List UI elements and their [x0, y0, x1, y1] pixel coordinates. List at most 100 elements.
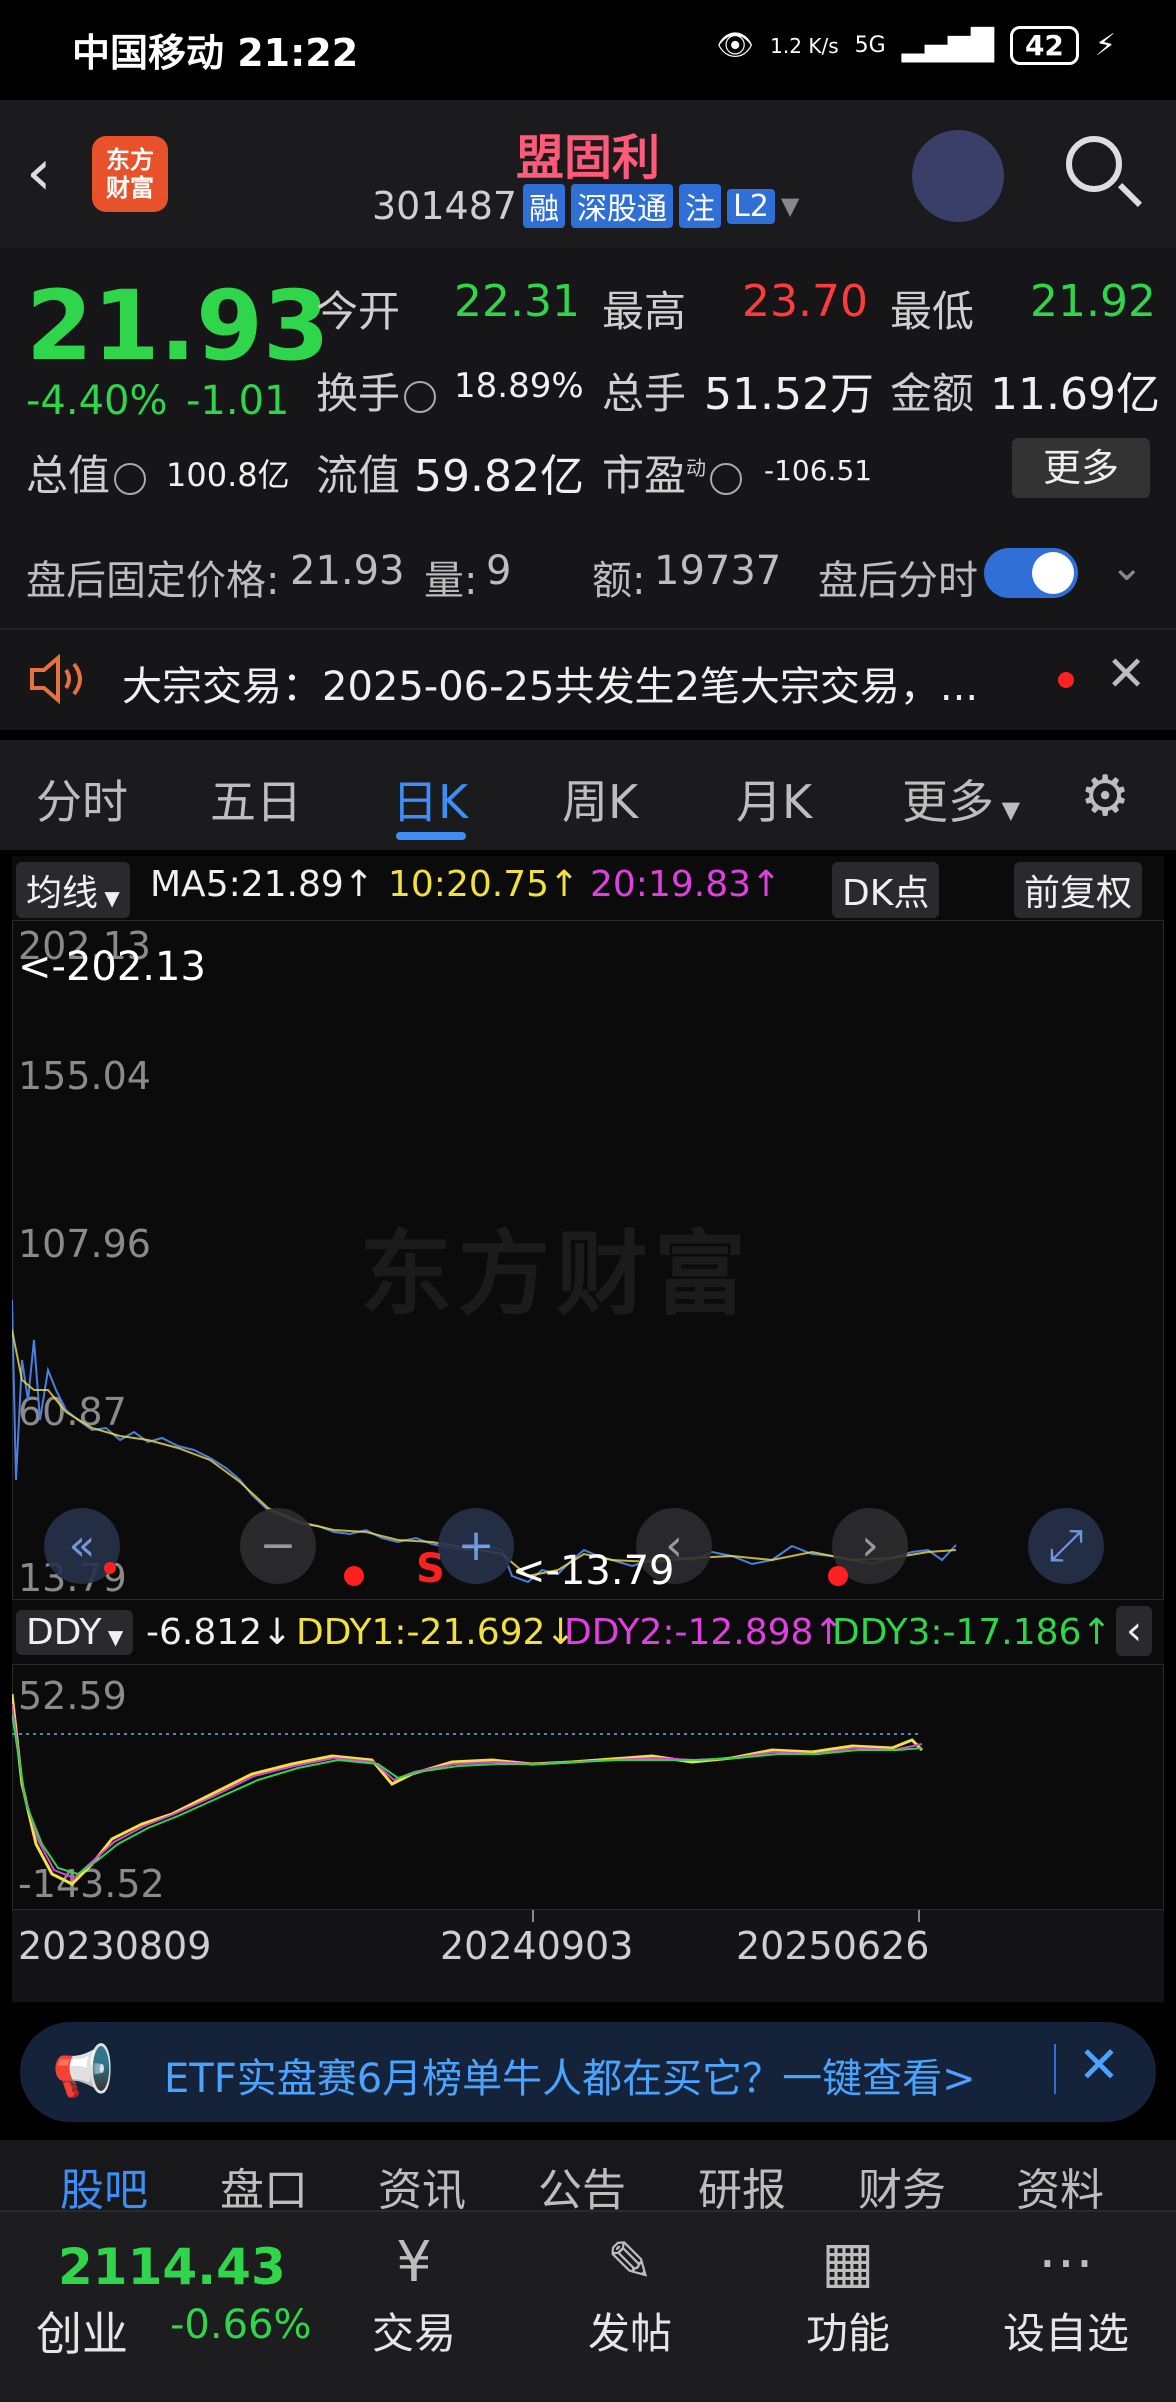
info-icon[interactable]: [710, 462, 743, 495]
mktcap-value: 100.8亿: [166, 456, 290, 494]
open-label: 今开: [316, 287, 401, 336]
status-bar: 中国移动 21:22 👁 1.2 K/s 5G ▂▄▆█ 42 ⚡: [0, 0, 1176, 100]
carrier-time: 中国移动 21:22: [72, 31, 359, 75]
grid-icon: ▦: [821, 2230, 875, 2295]
info-icon[interactable]: [404, 380, 437, 413]
ma-selector[interactable]: 均线 ▼: [16, 862, 130, 918]
ma5-value: MA5:21.89↑: [150, 864, 374, 905]
etf-ad-banner[interactable]: 📢 ETF实盘赛6月榜单牛人都在买它？一键查看> ✕: [20, 2022, 1156, 2122]
nav-post[interactable]: ✎ 发帖: [550, 2230, 710, 2361]
float-label: 流值: [316, 451, 401, 500]
ma20-value: 20:19.83↑: [590, 864, 782, 905]
stock-code: 301487: [372, 184, 518, 228]
gear-icon[interactable]: ⚙: [1080, 764, 1130, 829]
date-axis: 20230809 20240903 20250626: [12, 1910, 1164, 2002]
current-price: 21.93: [26, 270, 330, 382]
tag-connect: 深股通: [571, 184, 674, 228]
bottom-nav: 2114.43 创业 -0.66% ¥ 交易 ✎ 发帖 ▦ 功能 ⋯ 设自选: [0, 2210, 1176, 2402]
fullscreen-icon[interactable]: ⤢: [1028, 1508, 1104, 1584]
tab-news[interactable]: 资讯: [378, 2154, 466, 2210]
date-label-end: 20250626: [736, 1924, 930, 1968]
index-value[interactable]: 2114.43: [58, 2238, 286, 2296]
indicator-selector[interactable]: DDY ▼: [16, 1610, 134, 1655]
tab-intraday[interactable]: 分时: [36, 766, 128, 832]
date-label-start: 20230809: [18, 1924, 212, 1968]
after-hours-vol-label: 量:: [424, 558, 478, 604]
charging-icon: ⚡: [1094, 28, 1116, 63]
content-tabs: 股吧 盘口 资讯 公告 研报 财务 资料: [0, 2140, 1176, 2210]
after-hours-price: 21.93: [290, 548, 405, 594]
mascot-avatar[interactable]: [912, 130, 1004, 222]
stock-header: ‹ 东方 财富 盟固利 301487 融 深股通 注 L2 ▼: [0, 100, 1176, 248]
tab-weekly-k[interactable]: 周K: [562, 766, 638, 832]
tab-monthly-k[interactable]: 月K: [736, 766, 812, 832]
sell-marker[interactable]: S: [416, 1546, 445, 1592]
high-value: 23.70: [742, 276, 868, 327]
collapse-icon[interactable]: ‹: [1116, 1606, 1152, 1656]
tab-daily-k[interactable]: 日K: [392, 766, 468, 832]
ma10-value: 10:20.75↑: [388, 864, 580, 905]
index-name: 创业: [36, 2307, 128, 2361]
low-label: 最低: [890, 287, 975, 336]
tab-more[interactable]: 更多 ▼: [902, 766, 1020, 832]
turnover-label: 换手: [316, 360, 437, 421]
event-dot[interactable]: [828, 1566, 848, 1586]
after-hours-vol: 9: [486, 548, 512, 594]
event-dot[interactable]: [104, 1562, 116, 1574]
nav-watchlist-label: 设自选: [1002, 2309, 1129, 2358]
block-trade-notice[interactable]: 大宗交易：2025-06-25共发生2笔大宗交易，... ✕: [0, 628, 1176, 730]
tab-announcements[interactable]: 公告: [538, 2154, 626, 2210]
dk-point-button[interactable]: DK点: [832, 862, 940, 918]
nav-post-label: 发帖: [587, 2309, 672, 2358]
tag-margin: 融: [523, 184, 566, 228]
battery-indicator: 42: [1009, 26, 1079, 65]
zoom-out-icon[interactable]: −: [240, 1508, 316, 1584]
high-label: 最高: [602, 287, 687, 336]
tab-research[interactable]: 研报: [698, 2154, 786, 2210]
low-value: 21.92: [1030, 276, 1156, 327]
zoom-in-icon[interactable]: +: [438, 1508, 514, 1584]
after-hours-label: 盘后固定价格:: [26, 558, 280, 604]
pe-label: 市盈动: [602, 442, 743, 503]
price-line-svg: [12, 1299, 957, 1584]
float-value: 59.82亿: [414, 451, 584, 502]
after-hours-amt: 19737: [654, 548, 782, 594]
change-percent: -4.40%: [26, 378, 168, 424]
more-button[interactable]: 更多: [1012, 438, 1150, 498]
quote-panel: 21.93 -4.40% -1.01 今开 22.31 最高 23.70 最低 …: [0, 248, 1176, 518]
ad-text: ETF实盘赛6月榜单牛人都在买它？一键查看>: [164, 2056, 976, 2102]
nav-watchlist[interactable]: ⋯ 设自选: [986, 2230, 1146, 2361]
amount-label: 金额: [890, 369, 975, 418]
chevron-down-icon[interactable]: ⌄: [1110, 544, 1144, 590]
nav-functions[interactable]: ▦ 功能: [768, 2230, 928, 2361]
close-icon[interactable]: ✕: [1078, 2036, 1120, 2094]
nav-functions-label: 功能: [805, 2309, 890, 2358]
after-hours-bar: 盘后固定价格: 21.93 量: 9 额: 19737 盘后分时 ⌄: [0, 518, 1176, 628]
notice-text: 大宗交易：2025-06-25共发生2笔大宗交易，...: [122, 664, 979, 710]
tab-profile[interactable]: 资料: [1016, 2154, 1104, 2210]
adjust-button[interactable]: 前复权: [1014, 862, 1143, 918]
tab-orderbook[interactable]: 盘口: [220, 2154, 308, 2210]
ddy1-value: DDY1:-21.692↓: [296, 1612, 576, 1653]
tab-financials[interactable]: 财务: [858, 2154, 946, 2210]
close-icon[interactable]: ✕: [1106, 646, 1146, 702]
after-hours-switch-label: 盘后分时: [818, 558, 978, 604]
nav-trade[interactable]: ¥ 交易: [334, 2230, 494, 2361]
amount-value: 11.69亿: [990, 369, 1160, 420]
after-hours-toggle[interactable]: [984, 548, 1078, 598]
ddy-lines-svg: [12, 1693, 924, 1886]
search-icon[interactable]: [1066, 136, 1122, 192]
event-dot[interactable]: [344, 1566, 364, 1586]
tag-level2: L2: [727, 188, 775, 224]
tag-registered: 注: [679, 184, 722, 228]
status-icons: 👁 1.2 K/s 5G ▂▄▆█ 42 ⚡: [716, 26, 1116, 65]
volume-label: 总手: [602, 369, 687, 418]
stock-code-line[interactable]: 301487 融 深股通 注 L2 ▼: [372, 184, 799, 228]
dropdown-icon: ▼: [780, 192, 800, 220]
ddy-value: -6.812↓: [146, 1612, 293, 1653]
info-icon[interactable]: [114, 462, 147, 495]
yen-trade-icon: ¥: [396, 2230, 432, 2295]
tab-forum[interactable]: 股吧: [60, 2154, 148, 2210]
tab-five-day[interactable]: 五日: [210, 766, 302, 832]
eye-icon: 👁: [716, 28, 755, 63]
